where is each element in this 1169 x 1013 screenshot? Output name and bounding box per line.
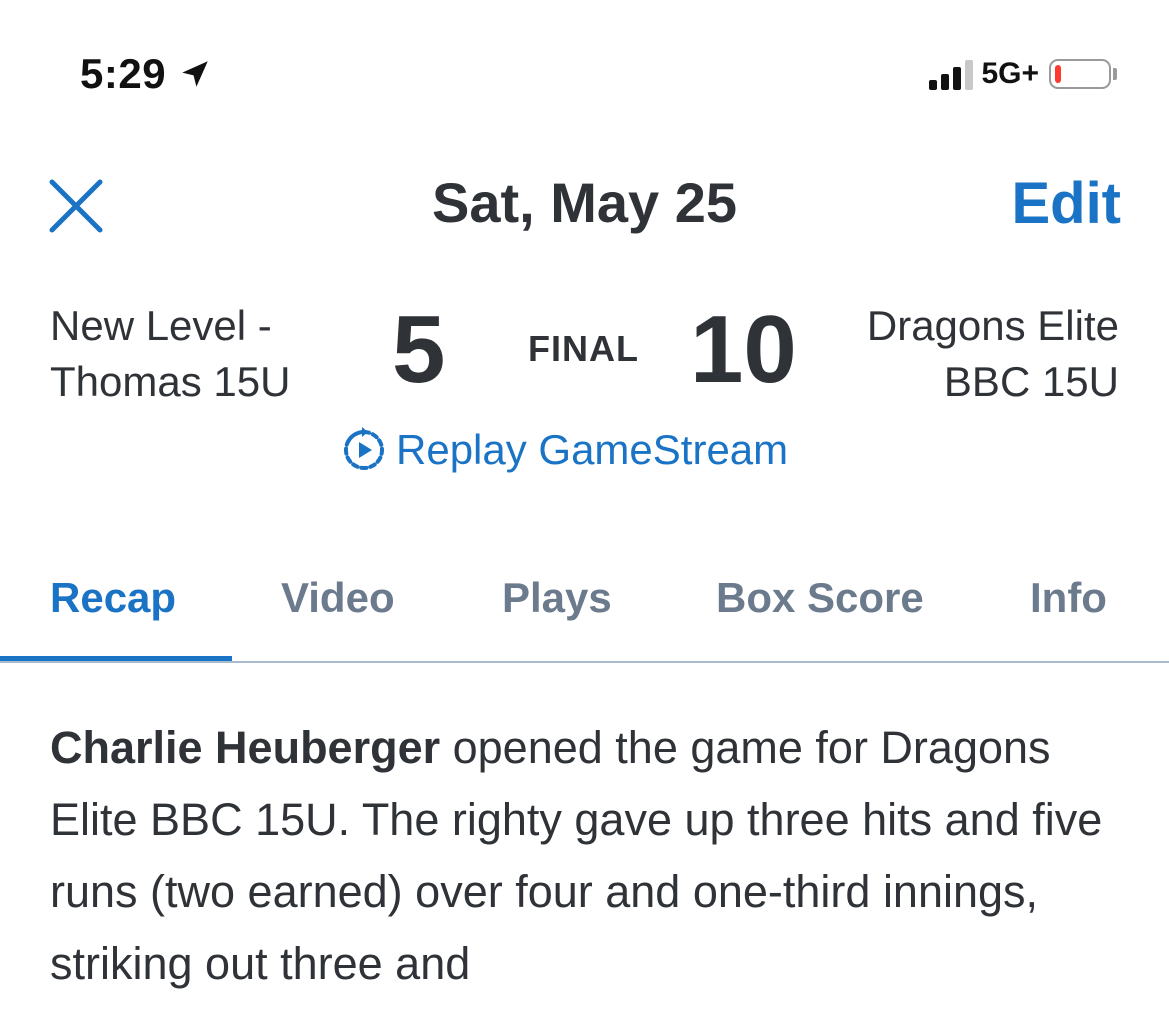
- tab-bar: Recap Video Plays Box Score Info: [0, 560, 1169, 664]
- game-status: FINAL: [528, 328, 639, 369]
- edit-button[interactable]: Edit: [1011, 170, 1121, 237]
- tab-plays[interactable]: Plays: [502, 574, 612, 622]
- player-name-link[interactable]: Charlie Heuberger: [50, 722, 440, 773]
- network-type: 5G+: [981, 57, 1039, 90]
- status-indicators: 5G+: [929, 54, 1117, 94]
- tab-recap[interactable]: Recap: [50, 574, 176, 622]
- home-team-line1: New Level -: [50, 302, 272, 349]
- home-team-name[interactable]: New Level - Thomas 15U: [50, 298, 350, 410]
- tabs-divider: [0, 661, 1169, 663]
- tab-video[interactable]: Video: [281, 574, 395, 622]
- replay-icon: [344, 427, 384, 470]
- tab-info[interactable]: Info: [1030, 574, 1107, 622]
- home-score: 5: [392, 296, 446, 403]
- location-arrow-icon: [182, 61, 208, 87]
- signal-icon: [929, 58, 974, 90]
- battery-icon: [1049, 59, 1111, 89]
- page-title: Sat, May 25: [431, 171, 738, 234]
- status-time-label: 5:29: [80, 50, 167, 97]
- game-recap-screen: 5:29 5G+ Sat, May 25 Edit New Level - Th…: [0, 0, 1169, 1013]
- away-team-line2: BBC 15U: [943, 358, 1119, 405]
- tab-box-score[interactable]: Box Score: [716, 574, 924, 622]
- status-time: 5:29: [80, 50, 212, 98]
- home-team-line2: Thomas 15U: [50, 358, 291, 405]
- away-team-name[interactable]: Dragons Elite BBC 15U: [799, 298, 1119, 410]
- away-team-line1: Dragons Elite: [866, 302, 1119, 349]
- away-score: 10: [690, 296, 797, 403]
- battery-tip: [1113, 68, 1117, 80]
- recap-text: Charlie Heuberger opened the game for Dr…: [50, 712, 1130, 1000]
- replay-gamestream-button[interactable]: Replay GameStream: [340, 426, 788, 474]
- battery-level: [1055, 65, 1061, 83]
- replay-label: Replay GameStream: [396, 426, 789, 473]
